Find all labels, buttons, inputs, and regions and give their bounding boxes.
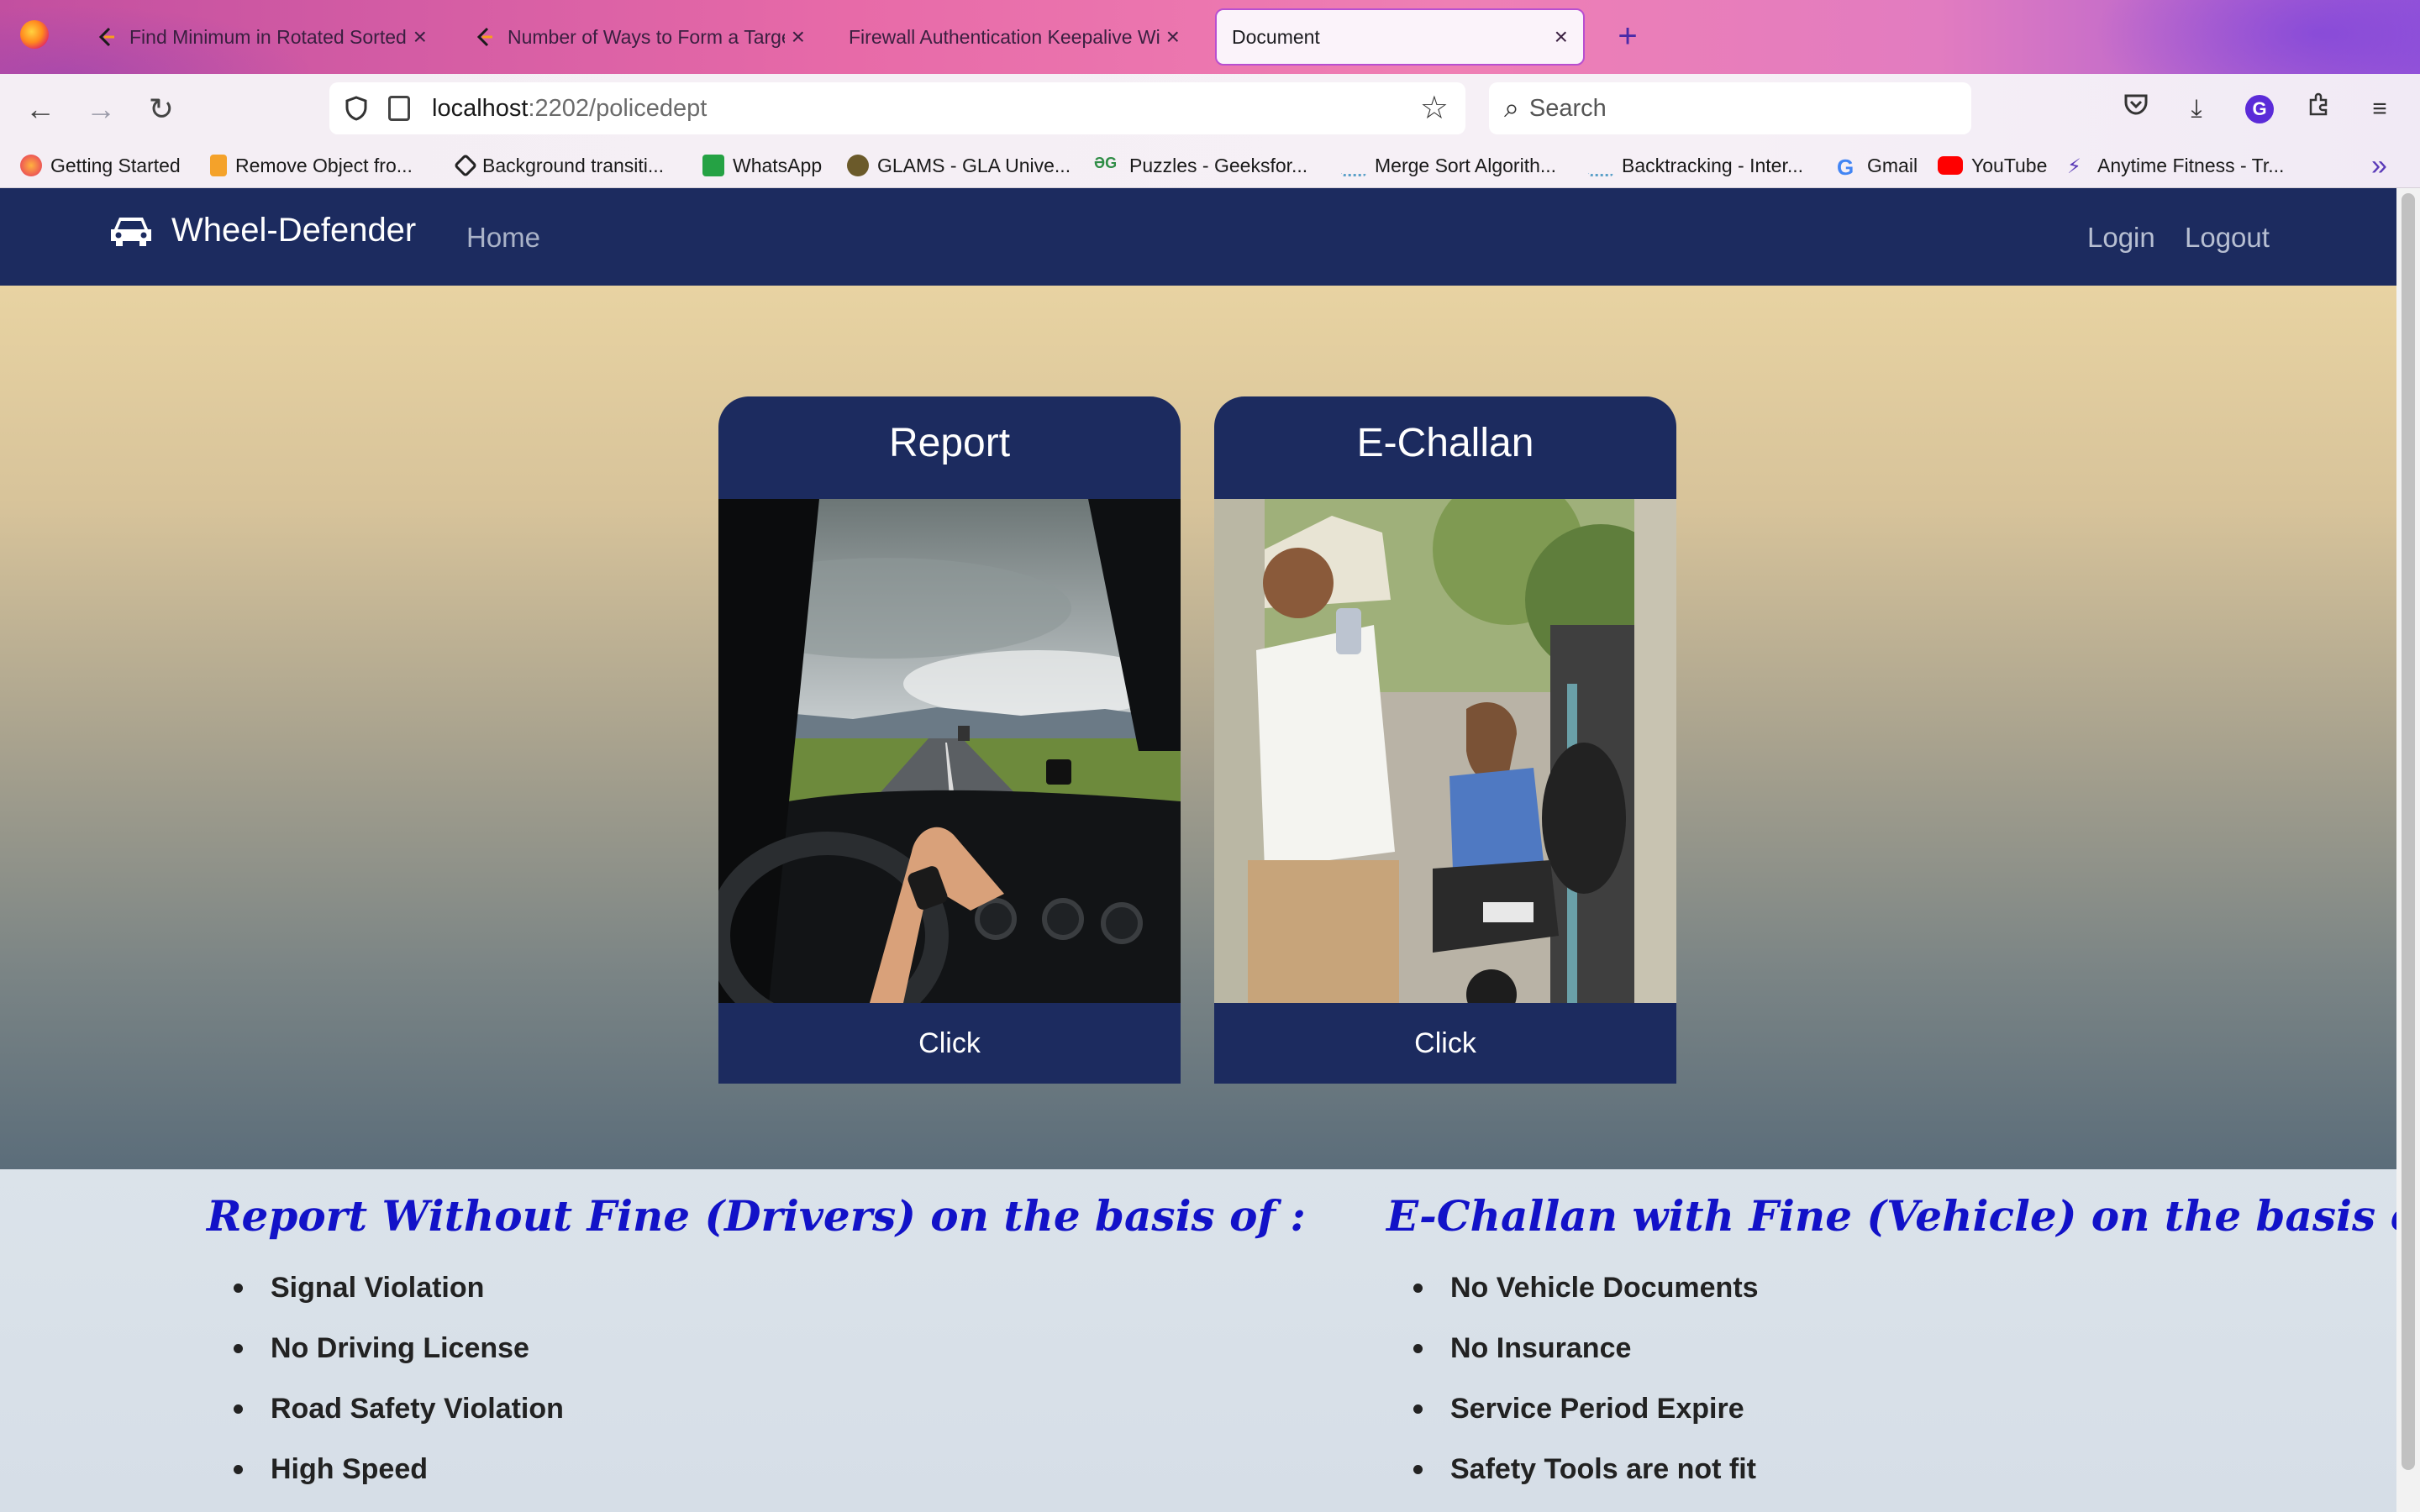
nav-home-link[interactable]: Home	[466, 222, 540, 254]
close-icon[interactable]: ×	[413, 24, 427, 50]
bookmark-favicon-icon	[210, 155, 227, 176]
report-criteria-list: Signal Violation No Driving License Road…	[234, 1263, 564, 1505]
reload-icon[interactable]: ↻	[143, 91, 180, 128]
list-item: Signal Violation	[234, 1263, 564, 1324]
tab-title: Document	[1232, 25, 1320, 48]
bookmark-item[interactable]: ƏG Puzzles - Geeksfor...	[1094, 151, 1307, 180]
close-icon[interactable]: ×	[1555, 24, 1568, 50]
menu-hamburger-icon[interactable]: ≡	[2361, 91, 2398, 128]
list-item: Road Safety Violation	[234, 1384, 564, 1445]
bookmark-item[interactable]: Getting Started	[20, 151, 181, 180]
leetcode-icon	[474, 26, 496, 48]
page-icon	[388, 96, 410, 121]
bookmark-item[interactable]: Merge Sort Algorith...	[1341, 151, 1556, 180]
search-bar[interactable]: ⌕ Search	[1489, 82, 1971, 134]
list-item: No Vehicle Documents	[1413, 1263, 1759, 1324]
list-item: Safety Tools are not fit	[1413, 1445, 1759, 1505]
tab-firewall[interactable]: Firewall Authentication Keepalive Window…	[834, 8, 1195, 66]
firefox-icon	[20, 155, 42, 176]
tab-title: Find Minimum in Rotated Sorted Array	[129, 25, 407, 48]
back-arrow-icon[interactable]: ←	[22, 91, 59, 128]
bookmark-star-icon[interactable]: ☆	[1420, 89, 1449, 127]
bookmark-item[interactable]: G Gmail	[1837, 151, 1918, 181]
echallan-click-button[interactable]: Click	[1214, 1003, 1676, 1084]
new-tab-plus-icon[interactable]: +	[1607, 15, 1649, 57]
firefox-logo-icon[interactable]	[20, 20, 49, 49]
tab-document[interactable]: Document ×	[1215, 8, 1585, 66]
list-item: High Speed	[234, 1445, 564, 1505]
account-avatar[interactable]: G	[2245, 95, 2274, 123]
traffic-police-photo	[1214, 499, 1676, 1003]
brand-name: Wheel-Defender	[171, 212, 417, 249]
nav-logout-link[interactable]: Logout	[2185, 222, 2270, 254]
chevron-double-right-icon[interactable]: »	[2371, 150, 2387, 182]
list-item: No Insurance	[1413, 1324, 1759, 1384]
scrollbar-thumb[interactable]	[2402, 193, 2415, 1470]
tab-number-of-ways[interactable]: Number of Ways to Form a Target String ×	[459, 8, 820, 66]
anytime-fitness-icon: ⚡	[2067, 155, 2081, 178]
shield-icon[interactable]	[343, 95, 370, 122]
forward-arrow-icon[interactable]: →	[82, 91, 119, 128]
geeksforgeeks-icon: ƏG	[1094, 155, 1118, 171]
tab-title: Number of Ways to Form a Target String	[508, 25, 785, 48]
pocket-icon[interactable]	[2118, 91, 2154, 128]
driving-photo	[718, 499, 1181, 1003]
codepen-icon	[453, 153, 478, 178]
tab-find-minimum[interactable]: Find Minimum in Rotated Sorted Array ×	[81, 8, 442, 66]
report-card: Report Click	[718, 396, 1181, 1084]
bookmark-item[interactable]: Remove Object fro...	[210, 151, 413, 180]
nav-login-link[interactable]: Login	[2087, 222, 2155, 254]
leetcode-icon	[96, 26, 118, 48]
report-criteria-heading: Report Without Fine (Drivers) on the bas…	[207, 1191, 1306, 1241]
brand[interactable]: Wheel-Defender	[108, 212, 416, 249]
echallan-criteria-list: No Vehicle Documents No Insurance Servic…	[1413, 1263, 1759, 1505]
close-icon[interactable]: ×	[792, 24, 805, 50]
gla-icon	[847, 155, 869, 176]
hero-section	[0, 286, 2396, 1169]
bookmark-favicon-icon	[1588, 155, 1613, 176]
close-icon[interactable]: ×	[1166, 24, 1180, 50]
search-icon: ⌕	[1504, 92, 1519, 123]
download-icon[interactable]: ⤓	[2178, 91, 2215, 128]
address-bar[interactable]: localhost:2202/policedept ☆	[329, 82, 1465, 134]
echallan-criteria-heading: E-Challan with Fine (Vehicle) on the bas…	[1386, 1191, 2420, 1241]
extensions-puzzle-icon[interactable]	[2301, 91, 2338, 128]
bookmark-item[interactable]: GLAMS - GLA Unive...	[847, 151, 1071, 180]
google-icon: G	[1837, 155, 1854, 180]
card-title: E-Challan	[1214, 396, 1676, 499]
bookmark-favicon-icon	[1341, 155, 1366, 176]
bookmark-item[interactable]: Background transiti...	[453, 151, 664, 180]
whatsapp-icon	[702, 155, 724, 176]
bookmark-item[interactable]: ⚡ Anytime Fitness - Tr...	[2067, 151, 2284, 180]
bookmark-item[interactable]: WhatsApp	[702, 151, 822, 180]
tab-title: Firewall Authentication Keepalive Window	[849, 25, 1160, 48]
youtube-icon	[1938, 156, 1963, 175]
echallan-card: E-Challan Click	[1214, 396, 1676, 1084]
list-item: No Driving License	[234, 1324, 564, 1384]
search-placeholder: Search	[1528, 94, 1607, 122]
car-icon	[111, 217, 151, 246]
bookmark-item[interactable]: Backtracking - Inter...	[1588, 151, 1803, 180]
list-item: Service Period Expire	[1413, 1384, 1759, 1445]
bookmark-item[interactable]: YouTube	[1938, 151, 2047, 180]
url-text[interactable]: localhost:2202/policedept	[432, 95, 707, 123]
card-title: Report	[718, 396, 1181, 499]
report-click-button[interactable]: Click	[718, 1003, 1181, 1084]
